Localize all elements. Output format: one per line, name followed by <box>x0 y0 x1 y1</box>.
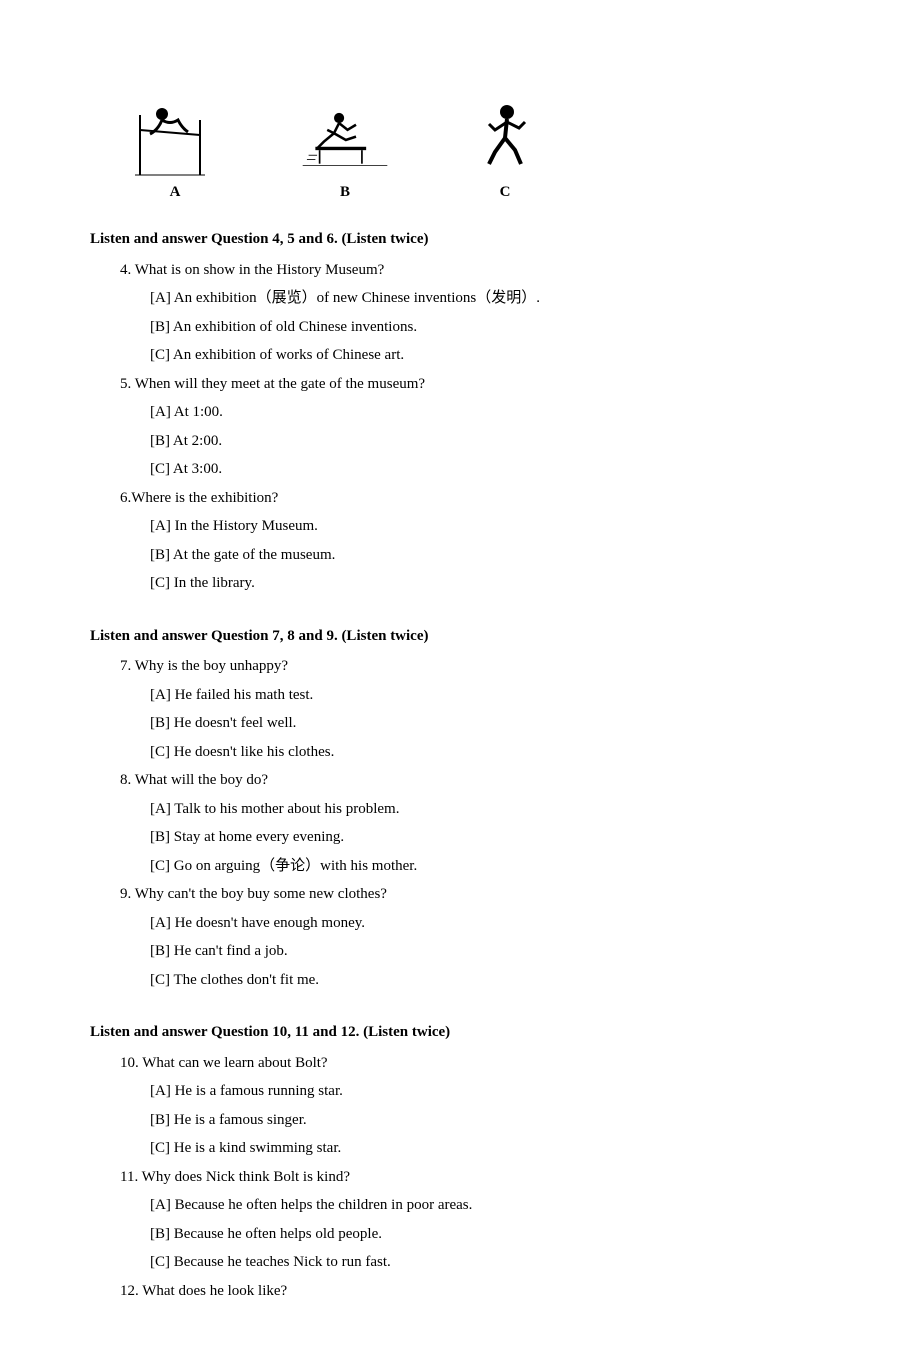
q9-option-c: [C] The clothes don't fit me. <box>150 966 830 995</box>
q6-prompt: 6.Where is the exhibition? <box>120 484 830 513</box>
q11-option-c: [C] Because he teaches Nick to run fast. <box>150 1248 830 1277</box>
q10-option-b: [B] He is a famous singer. <box>150 1106 830 1135</box>
q7-option-c: [C] He doesn't like his clothes. <box>150 738 830 767</box>
page-content: A B <box>0 0 920 1345</box>
q8-option-c: [C] Go on arguing（争论）with his mother. <box>150 852 830 881</box>
q11-option-b: [B] Because he often helps old people. <box>150 1220 830 1249</box>
q6-option-b: [B] At the gate of the museum. <box>150 541 830 570</box>
image-col-c: C <box>450 100 560 201</box>
q10-option-a: [A] He is a famous running star. <box>150 1077 830 1106</box>
section-header-789: Listen and answer Question 7, 8 and 9. (… <box>90 622 830 651</box>
high-jump-icon <box>120 100 230 180</box>
q7-prompt: 7. Why is the boy unhappy? <box>120 652 830 681</box>
q8-option-a: [A] Talk to his mother about his problem… <box>150 795 830 824</box>
image-col-b: B <box>290 100 400 201</box>
q11-option-a: [A] Because he often helps the children … <box>150 1191 830 1220</box>
images-row: A B <box>120 100 830 201</box>
q9-option-a: [A] He doesn't have enough money. <box>150 909 830 938</box>
q6-option-a: [A] In the History Museum. <box>150 512 830 541</box>
q8-option-b: [B] Stay at home every evening. <box>150 823 830 852</box>
q5-prompt: 5. When will they meet at the gate of th… <box>120 370 830 399</box>
q7-option-b: [B] He doesn't feel well. <box>150 709 830 738</box>
q9-prompt: 9. Why can't the boy buy some new clothe… <box>120 880 830 909</box>
q5-option-b: [B] At 2:00. <box>150 427 830 456</box>
hurdles-icon <box>290 100 400 180</box>
q7-option-a: [A] He failed his math test. <box>150 681 830 710</box>
image-label-b: B <box>340 184 350 201</box>
q4-option-a: [A] An exhibition（展览）of new Chinese inve… <box>150 284 830 313</box>
q4-prompt: 4. What is on show in the History Museum… <box>120 256 830 285</box>
q10-option-c: [C] He is a kind swimming star. <box>150 1134 830 1163</box>
q11-prompt: 11. Why does Nick think Bolt is kind? <box>120 1163 830 1192</box>
image-label-a: A <box>170 184 181 201</box>
image-col-a: A <box>120 100 230 201</box>
section-header-456: Listen and answer Question 4, 5 and 6. (… <box>90 225 830 254</box>
q12-prompt: 12. What does he look like? <box>120 1277 830 1306</box>
image-label-c: C <box>500 184 511 201</box>
q6-option-c: [C] In the library. <box>150 569 830 598</box>
q5-option-c: [C] At 3:00. <box>150 455 830 484</box>
q4-option-b: [B] An exhibition of old Chinese inventi… <box>150 313 830 342</box>
q4-option-c: [C] An exhibition of works of Chinese ar… <box>150 341 830 370</box>
q10-prompt: 10. What can we learn about Bolt? <box>120 1049 830 1078</box>
section-header-101112: Listen and answer Question 10, 11 and 12… <box>90 1018 830 1047</box>
running-icon <box>450 100 560 180</box>
q9-option-b: [B] He can't find a job. <box>150 937 830 966</box>
q5-option-a: [A] At 1:00. <box>150 398 830 427</box>
q8-prompt: 8. What will the boy do? <box>120 766 830 795</box>
